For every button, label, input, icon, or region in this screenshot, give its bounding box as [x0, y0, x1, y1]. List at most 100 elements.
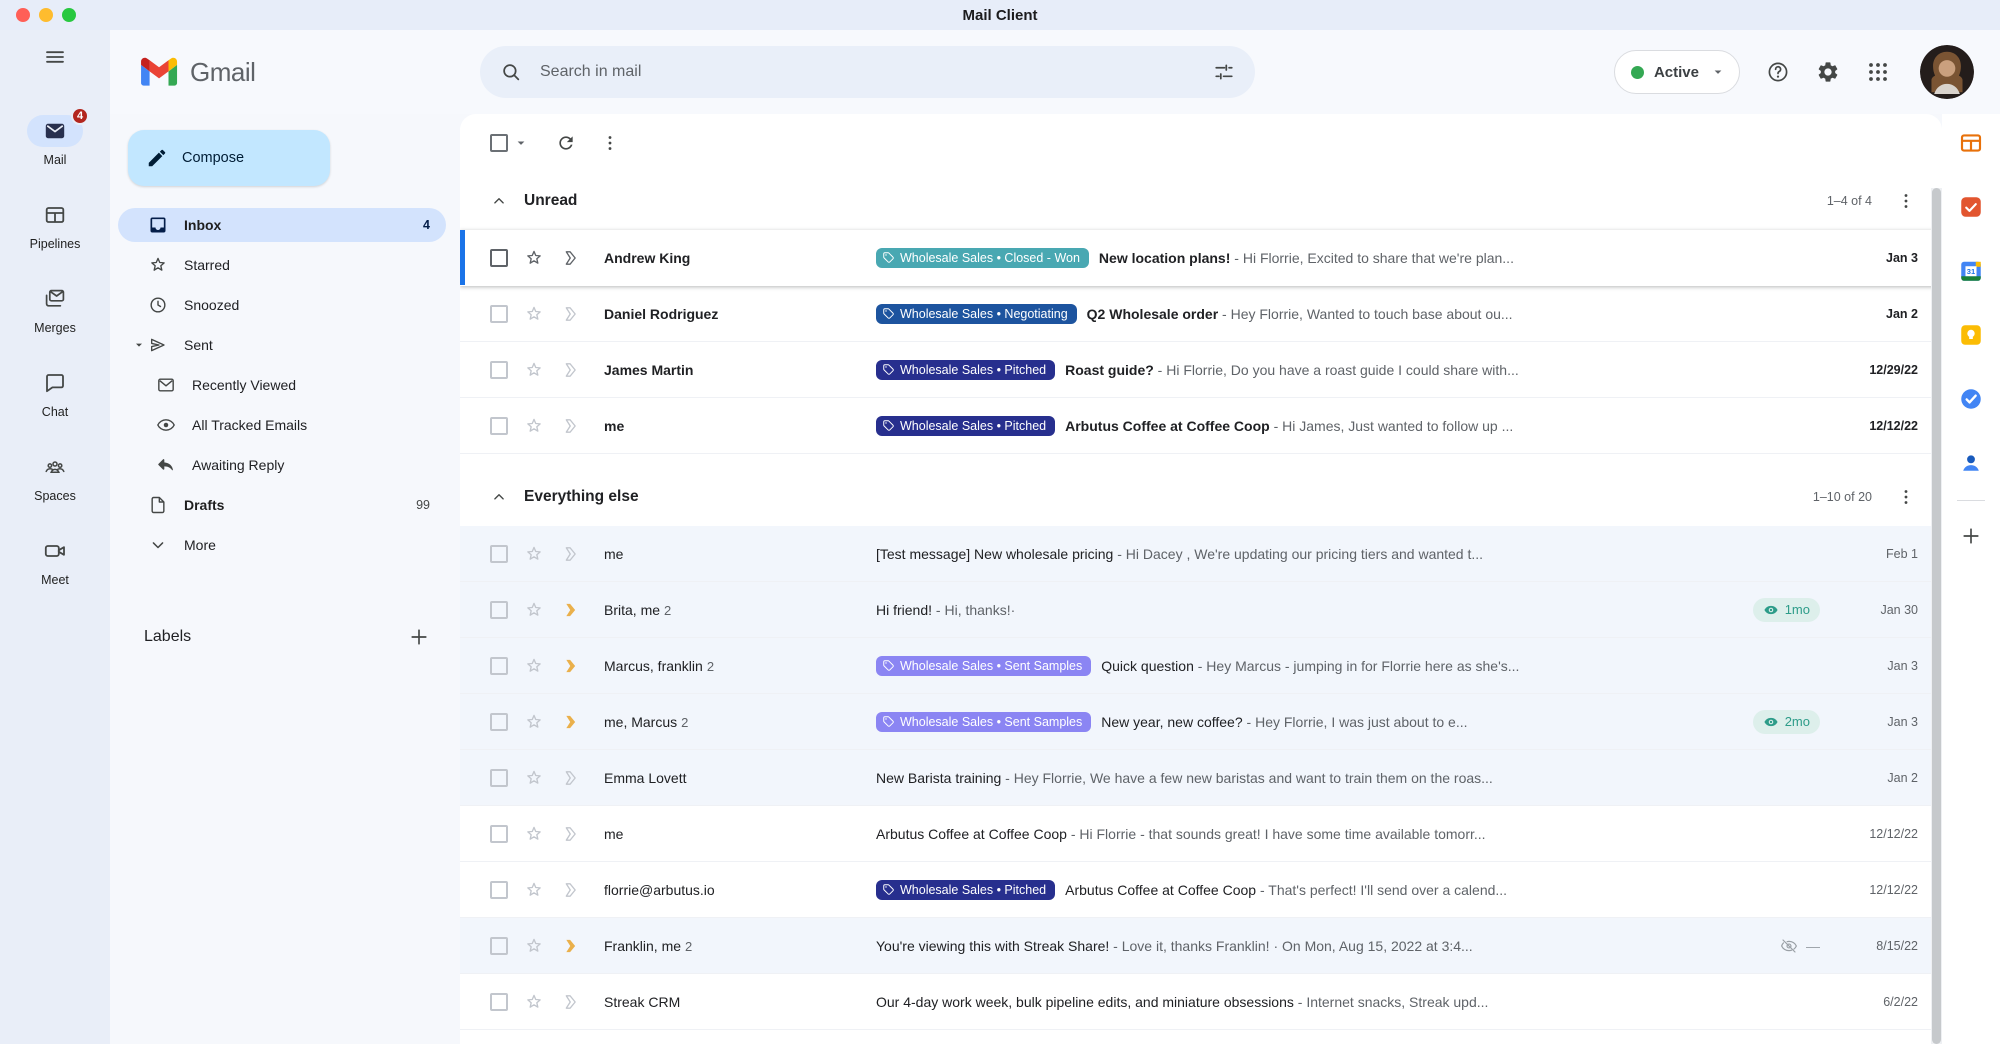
star-icon[interactable] — [524, 936, 544, 956]
scrollbar-thumb[interactable] — [1932, 188, 1941, 1044]
collapse-section-icon[interactable] — [490, 488, 508, 506]
streak-box-icon[interactable] — [560, 656, 580, 676]
email-row[interactable]: Emma LovettNew Barista training - Hey Fl… — [460, 750, 1942, 806]
row-checkbox[interactable] — [490, 249, 508, 267]
gmail-logo[interactable]: Gmail — [140, 57, 290, 88]
close-window-button[interactable] — [16, 8, 30, 22]
streak-box-icon[interactable] — [560, 304, 580, 324]
streak-box-icon[interactable] — [560, 416, 580, 436]
row-checkbox[interactable] — [490, 993, 508, 1011]
vertical-scrollbar[interactable] — [1931, 188, 1942, 1044]
star-icon[interactable] — [524, 600, 544, 620]
avatar[interactable] — [1920, 45, 1974, 99]
settings-gear-icon[interactable] — [1816, 60, 1840, 84]
star-icon[interactable] — [524, 544, 544, 564]
email-row[interactable]: meWholesale Sales • PitchedArbutus Coffe… — [460, 398, 1942, 454]
streak-box-icon[interactable] — [560, 544, 580, 564]
row-checkbox[interactable] — [490, 825, 508, 843]
sidebar-item-more[interactable]: More — [118, 528, 446, 562]
add-icon[interactable] — [1960, 525, 1982, 547]
search-input[interactable] — [538, 62, 1213, 82]
streak-pipelines-icon[interactable] — [1958, 130, 1984, 156]
email-row[interactable]: florrie@arbutus.ioWholesale Sales • Pitc… — [460, 862, 1942, 918]
select-all-checkbox[interactable] — [490, 134, 508, 152]
maximize-window-button[interactable] — [62, 8, 76, 22]
contacts-icon[interactable] — [1958, 450, 1984, 476]
row-checkbox[interactable] — [490, 881, 508, 899]
expand-caret-icon[interactable] — [130, 337, 148, 353]
sidebar-item-sent[interactable]: Sent — [118, 328, 446, 362]
row-checkbox[interactable] — [490, 713, 508, 731]
sidebar-item-starred[interactable]: Starred — [118, 248, 446, 282]
email-row[interactable]: Streak CRMOur 4-day work week, bulk pipe… — [460, 974, 1942, 1030]
row-checkbox[interactable] — [490, 361, 508, 379]
star-icon[interactable] — [524, 992, 544, 1012]
sidebar-item-drafts[interactable]: Drafts99 — [118, 488, 446, 522]
star-icon[interactable] — [524, 824, 544, 844]
star-icon[interactable] — [524, 248, 544, 268]
collapse-section-icon[interactable] — [490, 192, 508, 210]
sidebar-item-awaiting-reply[interactable]: Awaiting Reply — [118, 448, 446, 482]
star-icon[interactable] — [524, 656, 544, 676]
streak-box-icon[interactable] — [560, 712, 580, 732]
keep-icon[interactable] — [1958, 322, 1984, 348]
star-icon[interactable] — [524, 712, 544, 732]
add-label-icon[interactable] — [408, 626, 430, 648]
star-icon[interactable] — [524, 880, 544, 900]
email-row[interactable]: me[Test message] New wholesale pricing -… — [460, 526, 1942, 582]
help-icon[interactable] — [1766, 60, 1790, 84]
star-icon[interactable] — [524, 304, 544, 324]
streak-box-icon[interactable] — [560, 600, 580, 620]
email-row[interactable]: me, Marcus2Wholesale Sales • Sent Sample… — [460, 694, 1942, 750]
streak-box-icon[interactable] — [560, 880, 580, 900]
sidebar-item-all-tracked-emails[interactable]: All Tracked Emails — [118, 408, 446, 442]
email-row[interactable]: Andrew KingWholesale Sales • Closed - Wo… — [460, 230, 1942, 286]
streak-box-icon[interactable] — [560, 360, 580, 380]
sidebar-item-snoozed[interactable]: Snoozed — [118, 288, 446, 322]
email-row[interactable]: Franklin, me2You're viewing this with St… — [460, 918, 1942, 974]
row-checkbox[interactable] — [490, 601, 508, 619]
calendar-icon[interactable]: 31 — [1958, 258, 1984, 284]
email-row[interactable]: meArbutus Coffee at Coffee Coop - Hi Flo… — [460, 806, 1942, 862]
email-row[interactable]: Daniel RodriguezWholesale Sales • Negoti… — [460, 286, 1942, 342]
streak-box-icon[interactable] — [560, 824, 580, 844]
main-menu-icon[interactable] — [43, 45, 67, 69]
row-checkbox[interactable] — [490, 657, 508, 675]
section-more-icon[interactable] — [1896, 191, 1916, 211]
sidebar-item-recently-viewed[interactable]: Recently Viewed — [118, 368, 446, 402]
star-icon[interactable] — [524, 768, 544, 788]
streak-box-icon[interactable] — [560, 768, 580, 788]
section-more-icon[interactable] — [1896, 487, 1916, 507]
rail-item-chat[interactable]: Chat — [27, 367, 83, 419]
tasks-icon[interactable] — [1958, 386, 1984, 412]
sidebar-item-inbox[interactable]: Inbox4 — [118, 208, 446, 242]
row-checkbox[interactable] — [490, 545, 508, 563]
rail-item-mail[interactable]: 4Mail — [27, 115, 83, 167]
select-caret-icon[interactable] — [512, 134, 530, 152]
google-apps-icon[interactable] — [1866, 60, 1890, 84]
row-checkbox[interactable] — [490, 417, 508, 435]
refresh-icon[interactable] — [556, 133, 576, 153]
minimize-window-button[interactable] — [39, 8, 53, 22]
streak-mail-icon[interactable] — [1958, 194, 1984, 220]
star-icon[interactable] — [524, 416, 544, 436]
status-selector[interactable]: Active — [1614, 50, 1740, 94]
email-row[interactable]: Brita, me2Hi friend! - Hi, thanks!·1moJa… — [460, 582, 1942, 638]
row-checkbox[interactable] — [490, 937, 508, 955]
rail-item-pipelines[interactable]: Pipelines — [27, 199, 83, 251]
row-checkbox[interactable] — [490, 305, 508, 323]
more-options-icon[interactable] — [600, 133, 620, 153]
row-checkbox[interactable] — [490, 769, 508, 787]
rail-item-merges[interactable]: Merges — [27, 283, 83, 335]
rail-item-meet[interactable]: Meet — [27, 535, 83, 587]
search-options-icon[interactable] — [1213, 61, 1235, 83]
compose-button[interactable]: Compose — [128, 130, 330, 186]
streak-box-icon[interactable] — [560, 992, 580, 1012]
email-row[interactable]: James MartinWholesale Sales • PitchedRoa… — [460, 342, 1942, 398]
email-row[interactable]: Marcus, franklin2Wholesale Sales • Sent … — [460, 638, 1942, 694]
star-icon[interactable] — [524, 360, 544, 380]
search-icon[interactable] — [500, 61, 522, 83]
rail-item-spaces[interactable]: Spaces — [27, 451, 83, 503]
streak-box-icon[interactable] — [560, 936, 580, 956]
streak-box-icon[interactable] — [560, 248, 580, 268]
